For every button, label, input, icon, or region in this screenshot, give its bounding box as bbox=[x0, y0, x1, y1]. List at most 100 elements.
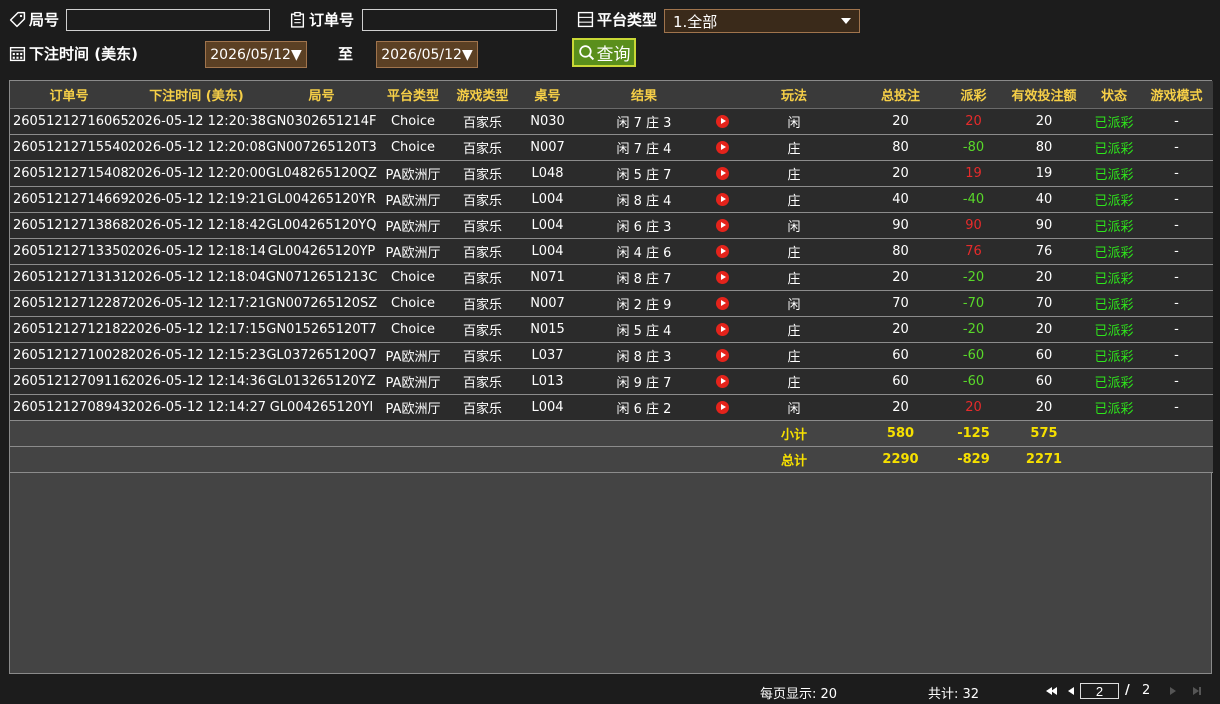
table-row[interactable]: 260512127133500 2026-05-12 12:18:14 GL0042… bbox=[10, 238, 1213, 265]
cell-game-type: 百家乐 bbox=[448, 368, 517, 395]
cell-result: 闲 5 庄 4 bbox=[578, 316, 710, 343]
table-row[interactable]: 260512127154086 2026-05-12 12:20:00 GL0482… bbox=[10, 160, 1213, 187]
col-header-valid-bet[interactable]: 有效投注额 bbox=[1000, 81, 1088, 109]
cell-round-id: GN007265120T3 bbox=[265, 134, 378, 161]
table-row[interactable]: 260512127155408 2026-05-12 12:20:08 GN0072… bbox=[10, 134, 1213, 161]
play-video-icon[interactable] bbox=[715, 323, 729, 336]
cell-game-mode: - bbox=[1140, 186, 1213, 213]
cell-game-type: 百家乐 bbox=[448, 342, 517, 369]
cell-payout: 19 bbox=[947, 160, 1000, 187]
col-header-payout[interactable]: 派彩 bbox=[947, 81, 1000, 109]
total-valid: 2271 bbox=[1000, 446, 1088, 473]
cell-bet-time: 2026-05-12 12:18:42 bbox=[128, 212, 265, 239]
cell-platform: PA欧洲厅 bbox=[378, 368, 448, 395]
table-row[interactable]: 260512127146696 2026-05-12 12:19:21 GL0042… bbox=[10, 186, 1213, 213]
table-row[interactable]: 260512127131313 2026-05-12 12:18:04 GN0712… bbox=[10, 264, 1213, 291]
cell-order-id: 260512127133500 bbox=[10, 238, 128, 265]
table-row[interactable]: 260512127100289 2026-05-12 12:15:23 GL0372… bbox=[10, 342, 1213, 369]
col-header-platform[interactable]: 平台类型 bbox=[378, 81, 448, 109]
play-video-icon[interactable] bbox=[715, 115, 729, 128]
cell-game-mode: - bbox=[1140, 212, 1213, 239]
play-video-icon[interactable] bbox=[715, 375, 729, 388]
cell-game-type: 百家乐 bbox=[448, 186, 517, 213]
cell-order-id: 260512127160656 bbox=[10, 108, 128, 135]
cell-game-mode: - bbox=[1140, 394, 1213, 421]
cell-platform: PA欧洲厅 bbox=[378, 212, 448, 239]
order-input[interactable] bbox=[362, 9, 557, 31]
cell-game-type: 百家乐 bbox=[448, 290, 517, 317]
cell-total-bet: 20 bbox=[854, 264, 947, 291]
table-row[interactable]: 260512127089432 2026-05-12 12:14:27 GL0042… bbox=[10, 394, 1213, 421]
col-header-total-bet[interactable]: 总投注 bbox=[854, 81, 947, 109]
cell-valid-bet: 20 bbox=[1000, 394, 1088, 421]
platform-select[interactable]: 1.全部 bbox=[664, 9, 860, 33]
query-button[interactable]: 查询 bbox=[572, 38, 636, 67]
cell-game-mode: - bbox=[1140, 160, 1213, 187]
play-video-icon[interactable] bbox=[715, 245, 729, 258]
cell-valid-bet: 70 bbox=[1000, 290, 1088, 317]
table-row[interactable]: 260512127091162 2026-05-12 12:14:36 GL0132… bbox=[10, 368, 1213, 395]
page-number-input[interactable] bbox=[1080, 683, 1119, 699]
table-row[interactable]: 260512127121820 2026-05-12 12:17:15 GN0152… bbox=[10, 316, 1213, 343]
col-header-status[interactable]: 状态 bbox=[1088, 81, 1140, 109]
subtotal-bet: 580 bbox=[854, 420, 947, 447]
play-video-icon[interactable] bbox=[715, 167, 729, 180]
round-label: 局号 bbox=[9, 9, 59, 30]
cell-game-type: 百家乐 bbox=[448, 212, 517, 239]
col-header-game-mode[interactable]: 游戏模式 bbox=[1140, 81, 1213, 109]
col-header-result[interactable]: 结果 bbox=[578, 81, 710, 109]
play-video-icon[interactable] bbox=[715, 141, 729, 154]
cell-round-id: GL013265120YZ bbox=[265, 368, 378, 395]
cell-round-id: GL004265120YI bbox=[265, 394, 378, 421]
play-video-icon[interactable] bbox=[715, 349, 729, 362]
date-from-picker[interactable]: 2026/05/12▼ bbox=[205, 41, 307, 68]
cell-game-mode: - bbox=[1140, 368, 1213, 395]
table-row[interactable]: 260512127160656 2026-05-12 12:20:38 GN0302… bbox=[10, 108, 1213, 135]
cell-play: 庄 bbox=[734, 368, 854, 395]
cell-play: 庄 bbox=[734, 186, 854, 213]
platform-label: 平台类型 bbox=[577, 9, 657, 30]
clipboard-icon bbox=[290, 11, 305, 28]
cell-result: 闲 6 庄 2 bbox=[578, 394, 710, 421]
table-row[interactable]: 260512127122879 2026-05-12 12:17:21 GN0072… bbox=[10, 290, 1213, 317]
play-video-icon[interactable] bbox=[715, 219, 729, 232]
cell-order-id: 260512127131313 bbox=[10, 264, 128, 291]
search-icon bbox=[578, 45, 594, 61]
cell-play: 庄 bbox=[734, 160, 854, 187]
play-video-icon[interactable] bbox=[715, 401, 729, 414]
cell-payout: -80 bbox=[947, 134, 1000, 161]
cell-total-bet: 60 bbox=[854, 368, 947, 395]
prev-page-icon[interactable] bbox=[1068, 687, 1074, 695]
col-header-game-type[interactable]: 游戏类型 bbox=[448, 81, 517, 109]
col-header-play[interactable]: 玩法 bbox=[734, 81, 854, 109]
play-video-icon[interactable] bbox=[715, 297, 729, 310]
cell-order-id: 260512127091162 bbox=[10, 368, 128, 395]
cell-order-id: 260512127138688 bbox=[10, 212, 128, 239]
tag-icon bbox=[9, 11, 26, 28]
date-to-picker[interactable]: 2026/05/12▼ bbox=[376, 41, 478, 68]
total-spacer bbox=[10, 446, 734, 473]
cell-play: 庄 bbox=[734, 238, 854, 265]
cell-platform: PA欧洲厅 bbox=[378, 186, 448, 213]
cell-play: 庄 bbox=[734, 316, 854, 343]
play-video-icon[interactable] bbox=[715, 193, 729, 206]
col-header-round[interactable]: 局号 bbox=[265, 81, 378, 109]
cell-play: 庄 bbox=[734, 134, 854, 161]
cell-table-no: L004 bbox=[517, 186, 578, 213]
next-page-icon[interactable] bbox=[1170, 687, 1176, 695]
table-row[interactable]: 260512127138688 2026-05-12 12:18:42 GL0042… bbox=[10, 212, 1213, 239]
cell-round-id: GN007265120SZ bbox=[265, 290, 378, 317]
cell-platform: Choice bbox=[378, 108, 448, 135]
round-input[interactable] bbox=[66, 9, 270, 31]
col-header-order[interactable]: 订单号 bbox=[10, 81, 128, 109]
play-video-icon[interactable] bbox=[715, 271, 729, 284]
cell-replay bbox=[710, 238, 734, 265]
cell-payout: -20 bbox=[947, 316, 1000, 343]
subtotal-tail bbox=[1088, 420, 1213, 447]
time-label: 下注时间 (美东) bbox=[9, 43, 138, 64]
subtotal-payout: -125 bbox=[947, 420, 1000, 447]
col-header-table[interactable]: 桌号 bbox=[517, 81, 578, 109]
col-header-time[interactable]: 下注时间 (美东) bbox=[128, 81, 265, 109]
order-label-text: 订单号 bbox=[309, 11, 355, 29]
cell-status: 已派彩 bbox=[1088, 238, 1140, 265]
